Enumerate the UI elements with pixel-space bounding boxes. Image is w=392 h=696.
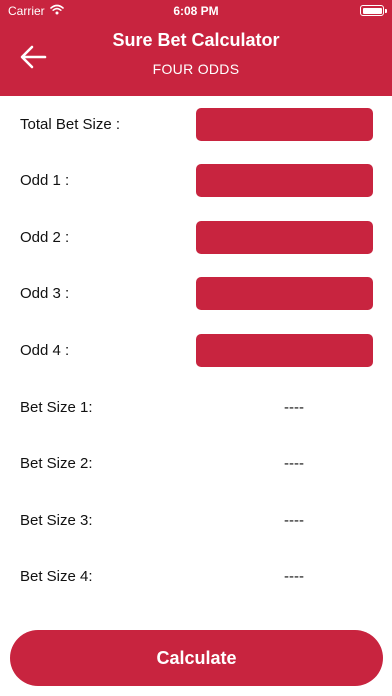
- bet-size-1-label: Bet Size 1:: [20, 399, 93, 416]
- total-bet-size-label: Total Bet Size :: [20, 116, 121, 133]
- bet-size-4-row: Bet Size 4: ----: [0, 560, 392, 594]
- battery-icon: [360, 5, 387, 16]
- odd-3-row: Odd 3 :: [0, 277, 392, 311]
- odd-1-row: Odd 1 :: [0, 164, 392, 198]
- page-title: Sure Bet Calculator: [112, 30, 280, 50]
- odd-4-label: Odd 4 :: [20, 342, 70, 359]
- total-bet-size-input[interactable]: [196, 108, 373, 141]
- total-bet-size-row: Total Bet Size :: [0, 108, 392, 142]
- status-time: 6:08 PM: [173, 4, 219, 18]
- odd-4-input[interactable]: [196, 334, 373, 367]
- bet-size-3-value: ----: [284, 512, 304, 529]
- bet-size-3-label: Bet Size 3:: [20, 512, 93, 529]
- odd-2-row: Odd 2 :: [0, 221, 392, 255]
- odd-1-label: Odd 1 :: [20, 172, 70, 189]
- bet-size-3-row: Bet Size 3: ----: [0, 504, 392, 538]
- odd-3-label: Odd 3 :: [20, 285, 70, 302]
- bet-size-1-row: Bet Size 1: ----: [0, 391, 392, 425]
- odd-4-row: Odd 4 :: [0, 334, 392, 368]
- app-header: Carrier 6:08 PM Sure Bet Calculator FOUR…: [0, 0, 392, 96]
- odd-2-input[interactable]: [196, 221, 373, 254]
- bet-size-2-value: ----: [284, 455, 304, 472]
- odd-1-input[interactable]: [196, 164, 373, 197]
- bet-size-2-row: Bet Size 2: ----: [0, 447, 392, 481]
- odd-3-input[interactable]: [196, 277, 373, 310]
- page-subtitle: FOUR ODDS: [152, 61, 240, 77]
- bet-size-2-label: Bet Size 2:: [20, 455, 93, 472]
- bet-size-4-value: ----: [284, 568, 304, 585]
- calculate-button[interactable]: Calculate: [10, 630, 383, 686]
- odd-2-label: Odd 2 :: [20, 229, 70, 246]
- status-bar: Carrier 6:08 PM: [0, 0, 392, 22]
- bet-size-1-value: ----: [284, 399, 304, 416]
- bet-size-4-label: Bet Size 4:: [20, 568, 93, 585]
